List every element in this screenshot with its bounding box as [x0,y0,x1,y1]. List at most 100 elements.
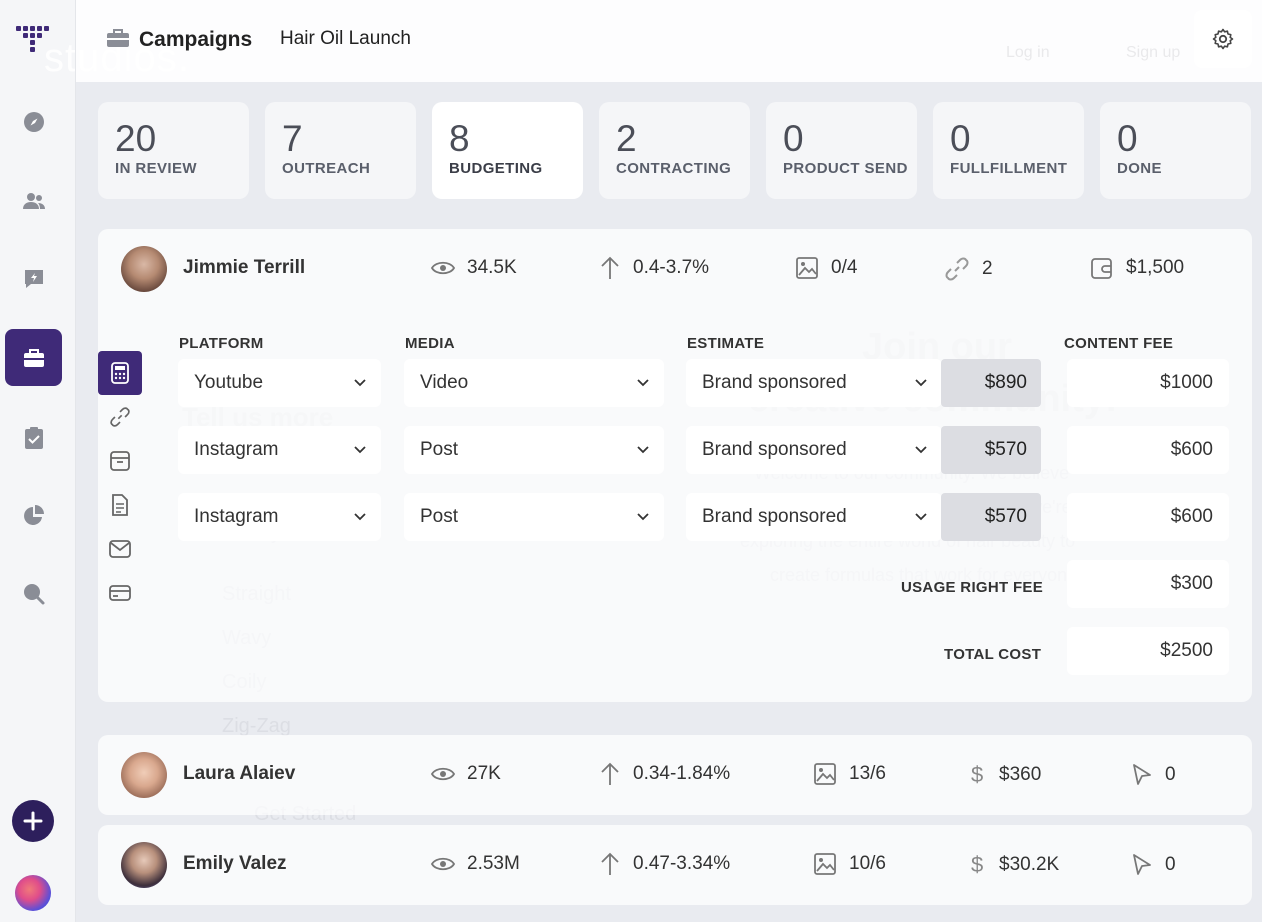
calculator-icon [111,362,129,384]
chevron-down-icon [637,446,649,454]
stage-contracting[interactable]: 2 CONTRACTING [599,102,750,199]
creator-name: Emily Valez [183,853,287,874]
chevron-down-icon [354,446,366,454]
add-button[interactable] [12,800,54,842]
app-logo-icon[interactable] [16,24,50,54]
posts-value: 10/6 [849,853,886,874]
posts-metric: 13/6 [813,762,886,786]
eye-icon [431,857,455,871]
stage-label: FULLFILLMENT [950,160,1068,177]
total-cost-value: $2500 [1067,627,1229,675]
stage-count: 0 [950,118,971,159]
posts-value: 0/4 [831,257,858,278]
views-metric: 2.53M [431,853,520,875]
posts-value: 13/6 [849,763,886,784]
creator-name: Laura Alaiev [183,763,296,784]
stage-done[interactable]: 0 DONE [1100,102,1251,199]
pie-chart-icon[interactable] [18,500,50,532]
document-icon [112,494,128,516]
link-tab[interactable] [98,395,142,439]
engagement-metric: 0.47-3.34% [599,851,730,877]
document-tab[interactable] [98,483,142,527]
content-fee-input[interactable]: $1000 [1067,359,1229,407]
lightning-chat-icon[interactable] [18,263,50,295]
usage-right-fee-input[interactable]: $300 [1067,560,1229,608]
estimate-amount: $570 [941,493,1041,541]
clicks-value: 0 [1165,764,1176,785]
content-fee-input[interactable]: $600 [1067,493,1229,541]
content-fee-header: CONTENT FEE [1064,335,1174,352]
platform-select[interactable]: Youtube [178,359,381,407]
wallet-icon [1091,258,1112,279]
eye-icon [431,767,455,781]
content-fee-input[interactable]: $600 [1067,426,1229,474]
link-icon [110,407,130,427]
stage-label: OUTREACH [282,160,371,177]
platform-select[interactable]: Instagram [178,426,381,474]
links-value: 2 [982,258,993,279]
budget-value: $1,500 [1126,257,1185,278]
creator-row[interactable]: Laura Alaiev 27K 0.34-1.84% 13/6 $ $360 … [98,735,1252,815]
estimate-select[interactable]: Brand sponsored [686,493,942,541]
compass-icon[interactable] [18,106,50,138]
creator-row-header[interactable]: Jimmie Terrill 34.5K 0.4-3.7% 0/4 2 $1,5… [98,229,1252,309]
settings-button[interactable] [1194,10,1252,68]
platform-select[interactable]: Instagram [178,493,381,541]
search-icon[interactable] [18,578,50,610]
stage-outreach[interactable]: 7 OUTREACH [265,102,416,199]
views-value: 2.53M [467,853,520,874]
media-select[interactable]: Post [404,426,664,474]
stage-count: 2 [616,118,637,159]
stage-label: PRODUCT SEND [783,160,908,177]
posts-metric: 0/4 [795,256,857,280]
stage-budgeting[interactable]: 8 BUDGETING [432,102,583,199]
chevron-down-icon [915,446,927,454]
cost-metric: $ $30.2K [971,852,1059,878]
calculator-tab[interactable] [98,351,142,395]
platform-value: Youtube [194,372,264,393]
media-select[interactable]: Video [404,359,664,407]
estimate-value: Brand sponsored [702,439,847,460]
media-select[interactable]: Post [404,493,664,541]
views-value: 27K [467,763,501,784]
stage-count: 7 [282,118,303,159]
estimate-amount: $570 [941,426,1041,474]
chevron-down-icon [637,513,649,521]
users-icon[interactable] [18,185,50,217]
user-avatar[interactable] [15,875,51,911]
estimate-header: ESTIMATE [687,335,765,352]
stage-in-review[interactable]: 20 IN REVIEW [98,102,249,199]
estimate-select[interactable]: Brand sponsored [686,359,942,407]
stage-product-send[interactable]: 0 PRODUCT SEND [766,102,917,199]
creator-card-expanded: Jimmie Terrill 34.5K 0.4-3.7% 0/4 2 $1,5… [98,229,1252,702]
clipboard-check-icon[interactable] [18,422,50,454]
archive-tab[interactable] [98,439,142,483]
estimate-select[interactable]: Brand sponsored [686,426,942,474]
stage-label: IN REVIEW [115,160,197,177]
mail-tab[interactable] [98,527,142,571]
ghost-login-link: Log in [1006,44,1050,61]
page-title[interactable]: Campaigns [139,28,252,52]
stage-label: DONE [1117,160,1162,177]
credit-card-icon [109,585,131,601]
stage-fullfillment[interactable]: 0 FULLFILLMENT [933,102,1084,199]
clicks-metric: 0 [1131,853,1176,877]
estimate-value: Brand sponsored [702,372,847,393]
stage-count: 20 [115,118,157,159]
chevron-down-icon [354,379,366,387]
media-value: Post [420,506,459,527]
engagement-value: 0.4-3.7% [633,257,710,278]
creator-row[interactable]: Emily Valez 2.53M 0.47-3.34% 10/6 $ $30.… [98,825,1252,905]
chevron-down-icon [915,379,927,387]
image-icon [814,853,836,875]
engagement-value: 0.47-3.34% [633,853,731,874]
engagement-value: 0.34-1.84% [633,763,731,784]
engagement-metric: 0.4-3.7% [599,255,709,281]
creator-name: Jimmie Terrill [183,257,306,278]
archive-icon [110,451,130,471]
stage-label: CONTRACTING [616,160,732,177]
stage-count: 8 [449,118,470,159]
briefcase-icon[interactable] [5,329,62,386]
gear-icon [1212,28,1234,50]
payment-tab[interactable] [98,571,142,615]
